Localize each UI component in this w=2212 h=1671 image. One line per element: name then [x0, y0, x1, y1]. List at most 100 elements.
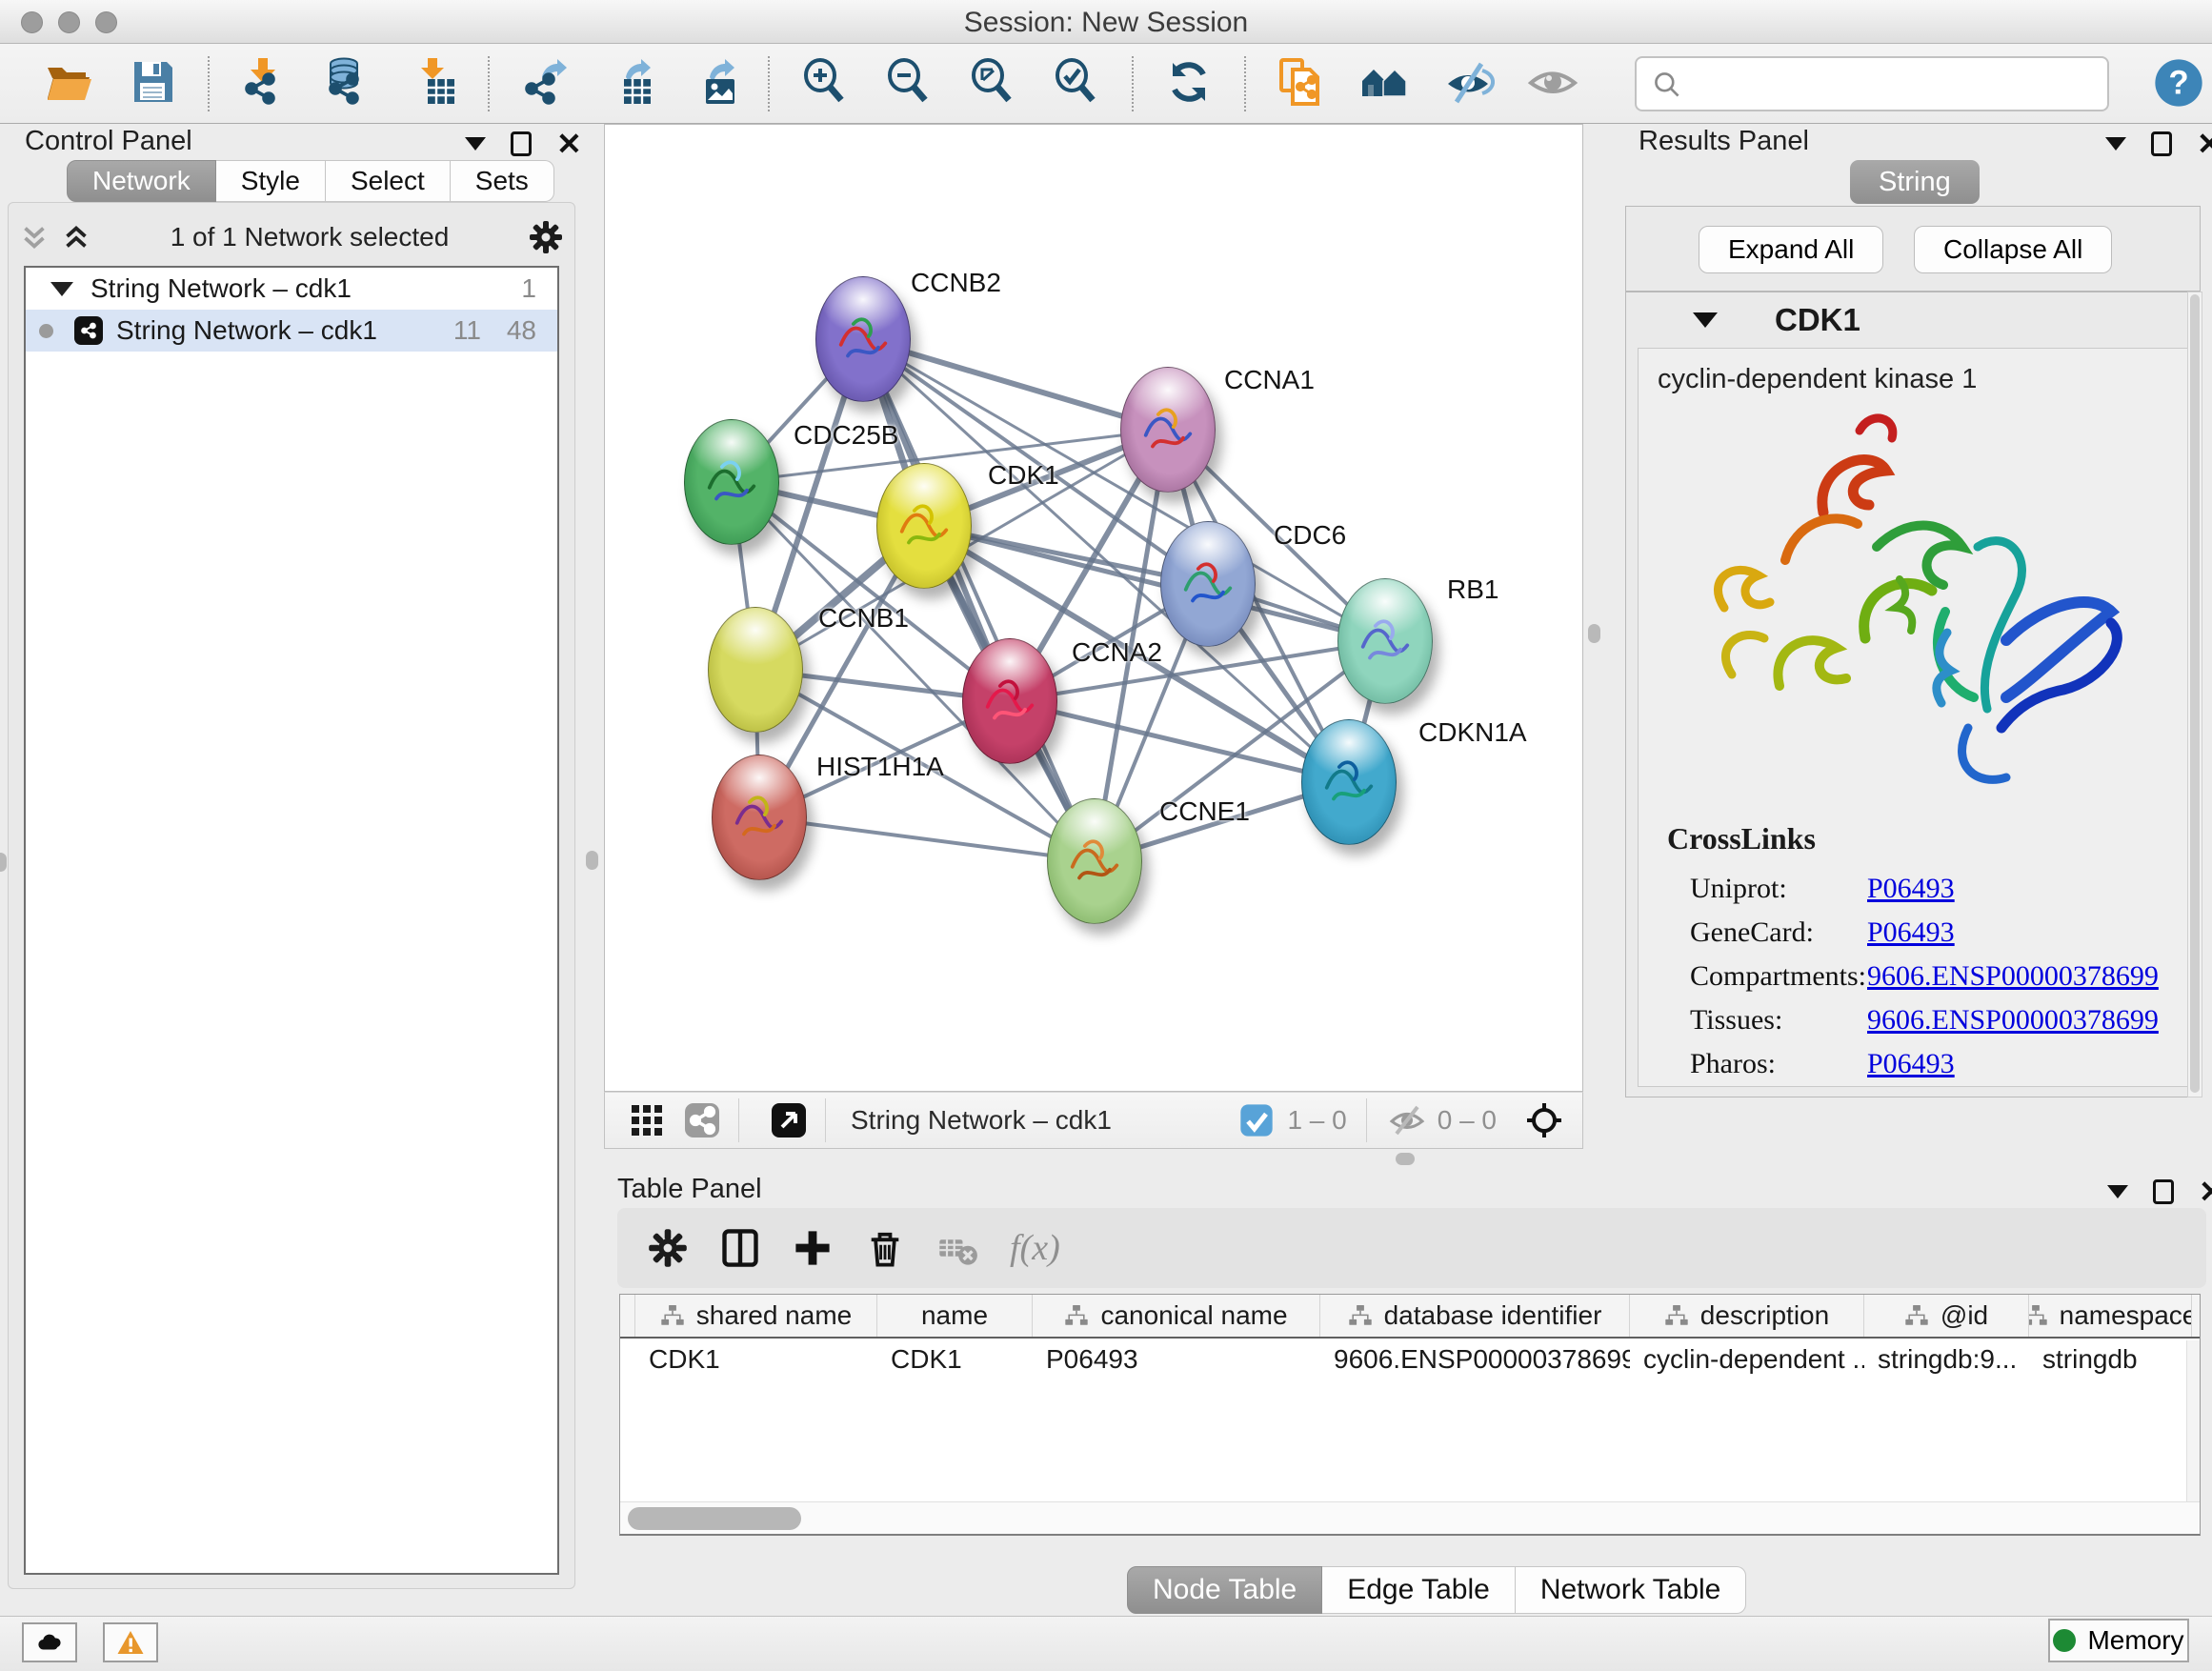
show-all-button[interactable]: [1522, 53, 1583, 114]
crosslink-link[interactable]: P06493: [1867, 916, 1955, 949]
open-in-window-icon[interactable]: [768, 1099, 810, 1141]
export-table-button[interactable]: [598, 53, 659, 114]
column-header-canonical-name[interactable]: canonical name: [1033, 1295, 1320, 1337]
tab-network[interactable]: Network: [67, 160, 216, 202]
table-cell[interactable]: stringdb: [2029, 1344, 2192, 1375]
memory-button[interactable]: Memory: [2048, 1619, 2189, 1662]
tab-select[interactable]: Select: [326, 160, 451, 202]
table-cell[interactable]: 9606.ENSP00000378699: [1320, 1344, 1630, 1375]
network-row[interactable]: String Network – cdk1 11 48: [26, 310, 557, 352]
help-button[interactable]: ?: [2151, 55, 2206, 111]
tab-string[interactable]: String: [1850, 160, 1980, 204]
table-panel-close-icon[interactable]: ✕: [2199, 1179, 2212, 1204]
table-options-gear-button[interactable]: [638, 1218, 697, 1278]
crosslink-link[interactable]: P06493: [1867, 873, 1955, 905]
table-cell[interactable]: stringdb:9...: [1864, 1344, 2029, 1375]
network-node-CCNB1[interactable]: [708, 607, 803, 733]
control-panel-close-icon[interactable]: ✕: [556, 131, 582, 156]
tab-network-table[interactable]: Network Table: [1516, 1566, 1747, 1614]
tab-edge-table[interactable]: Edge Table: [1322, 1566, 1516, 1614]
network-edge[interactable]: [863, 339, 1095, 861]
zoom-fit-button[interactable]: [962, 53, 1023, 114]
control-panel-menu-icon[interactable]: [465, 137, 486, 151]
tab-style[interactable]: Style: [216, 160, 326, 202]
export-image-button[interactable]: [682, 53, 743, 114]
results-scrollbar[interactable]: [2187, 292, 2202, 1097]
results-panel-close-icon[interactable]: ✕: [2197, 131, 2212, 156]
column-header-name[interactable]: name: [877, 1295, 1033, 1337]
column-header-description[interactable]: description: [1630, 1295, 1864, 1337]
import-network-button[interactable]: [234, 53, 295, 114]
network-node-HIST1H1A[interactable]: [712, 755, 807, 880]
cloud-status-button[interactable]: [22, 1622, 77, 1662]
hscroll-thumb[interactable]: [628, 1507, 801, 1530]
tab-sets[interactable]: Sets: [451, 160, 554, 202]
table-cell[interactable]: CDK1: [877, 1344, 1033, 1375]
table-vertical-scrollbar[interactable]: [2186, 1340, 2200, 1501]
hide-selected-button[interactable]: [1438, 53, 1499, 114]
collapse-all-icon[interactable]: [18, 221, 50, 253]
collapse-all-button[interactable]: Collapse All: [1914, 226, 2112, 273]
network-node-CCNE1[interactable]: [1047, 798, 1142, 924]
export-network-button[interactable]: [514, 53, 575, 114]
network-node-CDC6[interactable]: [1160, 521, 1256, 647]
delete-table-button[interactable]: [928, 1218, 987, 1278]
expand-all-button[interactable]: Expand All: [1699, 226, 1883, 273]
column-header-namespace[interactable]: namespace: [2029, 1295, 2192, 1337]
create-column-button[interactable]: [783, 1218, 842, 1278]
search-input[interactable]: [1635, 56, 2109, 111]
duplicate-network-button[interactable]: [1271, 53, 1332, 114]
network-view-canvas[interactable]: CCNB2 CCNA1 CDC25B CDK1 CDC6: [604, 124, 1583, 1092]
table-panel-menu-icon[interactable]: [2107, 1185, 2128, 1198]
string-share-icon[interactable]: [681, 1099, 723, 1141]
crosslink-link[interactable]: P06493: [1867, 1048, 1955, 1080]
network-options-gear-icon[interactable]: [527, 218, 565, 256]
control-panel-float-icon[interactable]: [511, 131, 532, 156]
left-splitter-handle[interactable]: [586, 851, 598, 870]
network-node-RB1[interactable]: [1337, 578, 1433, 704]
results-panel-float-icon[interactable]: [2151, 131, 2172, 156]
column-header--id[interactable]: @id: [1864, 1295, 2029, 1337]
section-collapse-icon[interactable]: [1693, 312, 1718, 328]
crosslink-link[interactable]: 9606.ENSP00000378699: [1867, 960, 2159, 993]
network-node-CDC25B[interactable]: [684, 419, 779, 545]
tab-node-table[interactable]: Node Table: [1127, 1566, 1322, 1614]
bottom-splitter-handle[interactable]: [1396, 1153, 1415, 1165]
table-panel-float-icon[interactable]: [2153, 1179, 2174, 1204]
window-edge-handle[interactable]: [0, 853, 7, 872]
import-network-database-button[interactable]: [318, 53, 379, 114]
first-neighbors-button[interactable]: [1355, 53, 1416, 114]
save-session-button[interactable]: [122, 53, 183, 114]
table-row[interactable]: CDK1CDK1P064939606.ENSP00000378699cyclin…: [620, 1339, 2200, 1380]
results-panel-menu-icon[interactable]: [2105, 137, 2126, 151]
zoom-selected-button[interactable]: [1046, 53, 1107, 114]
birdseye-view-icon[interactable]: [626, 1099, 668, 1141]
open-session-button[interactable]: [38, 53, 99, 114]
collection-expand-icon[interactable]: [50, 282, 73, 296]
network-node-CCNA2[interactable]: [962, 638, 1057, 764]
expand-all-icon[interactable]: [60, 221, 92, 253]
selected-checkbox-icon[interactable]: [1236, 1099, 1277, 1141]
apply-layout-button[interactable]: [1158, 53, 1219, 114]
zoom-in-button[interactable]: [794, 53, 855, 114]
column-header-database-identifier[interactable]: database identifier: [1320, 1295, 1630, 1337]
network-node-CCNB2[interactable]: [815, 276, 911, 402]
network-collection-row[interactable]: String Network – cdk1 1: [26, 268, 557, 310]
table-cell[interactable]: P06493: [1033, 1344, 1320, 1375]
fit-selected-crosshair-icon[interactable]: [1523, 1099, 1565, 1141]
network-node-CCNA1[interactable]: [1120, 367, 1216, 493]
function-builder-button[interactable]: f(x): [1010, 1227, 1060, 1269]
network-node-CDKN1A[interactable]: [1301, 719, 1397, 845]
delete-column-button[interactable]: [855, 1218, 915, 1278]
table-cell[interactable]: cyclin-dependent ...: [1630, 1344, 1864, 1375]
import-table-button[interactable]: [402, 53, 463, 114]
show-columns-button[interactable]: [711, 1218, 770, 1278]
crosslink-link[interactable]: 9606.ENSP00000378699: [1867, 1004, 2159, 1037]
table-cell[interactable]: CDK1: [635, 1344, 877, 1375]
table-horizontal-scrollbar[interactable]: [620, 1501, 2200, 1534]
right-splitter-handle[interactable]: [1588, 624, 1600, 643]
node-section-header[interactable]: CDK1: [1626, 292, 2200, 348]
column-header-shared-name[interactable]: shared name: [635, 1295, 877, 1337]
network-node-CDK1[interactable]: [876, 463, 972, 589]
warning-status-button[interactable]: [103, 1622, 158, 1662]
